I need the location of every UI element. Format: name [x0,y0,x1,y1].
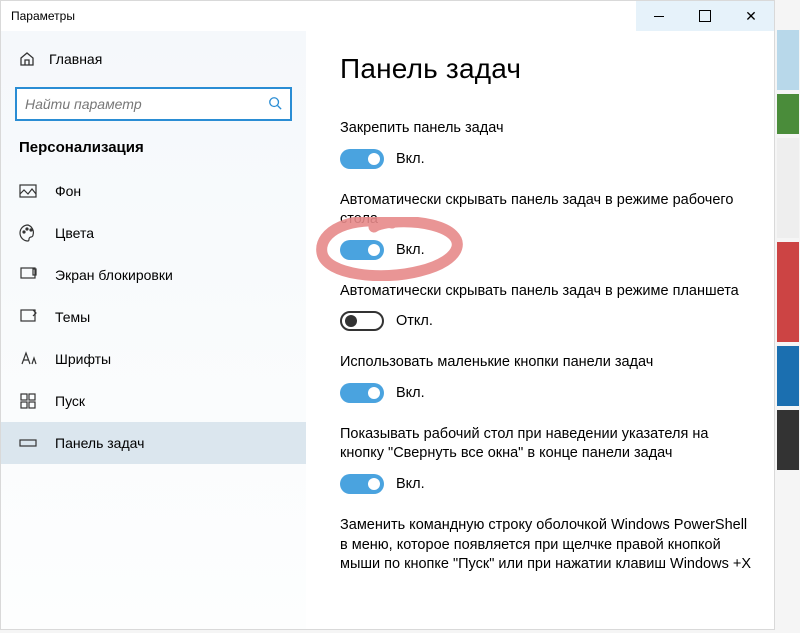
themes-icon [19,308,37,326]
toggle-state-text: Вкл. [396,151,425,167]
nav-label: Пуск [55,393,85,409]
sidebar-item-colors[interactable]: Цвета [1,212,306,254]
toggle-autohide-tablet[interactable] [340,311,384,331]
sidebar-item-lockscreen[interactable]: Экран блокировки [1,254,306,296]
maximize-button[interactable] [682,1,728,31]
setting-lock-taskbar: Закрепить панель задач Вкл. [340,119,754,169]
home-nav[interactable]: Главная [1,45,306,73]
titlebar: Параметры ✕ [1,1,774,31]
nav-label: Панель задач [55,435,144,451]
setting-label: Использовать маленькие кнопки панели зад… [340,353,754,373]
toggle-lock-taskbar[interactable] [340,149,384,169]
sidebar-item-start[interactable]: Пуск [1,380,306,422]
nav-label: Цвета [55,225,94,241]
home-label: Главная [49,51,102,67]
toggle-knob [368,478,380,490]
toggle-state-text: Вкл. [396,476,425,492]
picture-icon [19,182,37,200]
setting-peek-desktop: Показывать рабочий стол при наведении ук… [340,425,754,494]
sidebar-item-themes[interactable]: Темы [1,296,306,338]
home-icon [19,51,35,67]
setting-label: Автоматически скрывать панель задач в ре… [340,191,754,230]
toggle-knob [368,153,380,165]
start-icon [19,392,37,410]
toggle-state-text: Вкл. [396,385,425,401]
search-wrap [15,87,292,121]
sidebar-item-fonts[interactable]: Шрифты [1,338,306,380]
toggle-knob [368,387,380,399]
setting-small-buttons: Использовать маленькие кнопки панели зад… [340,353,754,403]
search-box[interactable] [15,87,292,121]
sidebar-item-background[interactable]: Фон [1,170,306,212]
toggle-autohide-desktop[interactable] [340,240,384,260]
setting-autohide-tablet: Автоматически скрывать панель задач в ре… [340,282,754,332]
nav-label: Шрифты [55,351,111,367]
toggle-knob [345,315,357,327]
nav-label: Экран блокировки [55,267,173,283]
minimize-button[interactable] [636,1,682,31]
taskbar-icon [19,434,37,452]
category-heading: Персонализация [1,139,306,170]
toggle-state-text: Откл. [396,313,433,329]
toggle-peek-desktop[interactable] [340,474,384,494]
page-heading: Панель задач [340,53,754,85]
setting-powershell: Заменить командную строку оболочкой Wind… [340,516,754,575]
setting-label: Закрепить панель задач [340,119,754,139]
search-icon [268,96,282,113]
window-controls: ✕ [636,1,774,31]
search-input[interactable] [25,96,268,112]
palette-icon [19,224,37,242]
sidebar: Главная Персонализация Фон Цвета [1,31,306,629]
settings-window: Параметры ✕ Главная Персонализация [0,0,775,630]
lockscreen-icon [19,266,37,284]
toggle-state-text: Вкл. [396,242,425,258]
setting-label: Заменить командную строку оболочкой Wind… [340,516,754,575]
background-window-sliver [777,30,799,630]
setting-label: Показывать рабочий стол при наведении ук… [340,425,754,464]
fonts-icon [19,350,37,368]
setting-autohide-desktop: Автоматически скрывать панель задач в ре… [340,191,754,260]
toggle-knob [368,244,380,256]
close-button[interactable]: ✕ [728,1,774,31]
toggle-small-buttons[interactable] [340,383,384,403]
nav-label: Фон [55,183,81,199]
nav-label: Темы [55,309,90,325]
setting-label: Автоматически скрывать панель задач в ре… [340,282,754,302]
content-pane: Панель задач Закрепить панель задач Вкл.… [306,31,774,629]
window-body: Главная Персонализация Фон Цвета [1,31,774,629]
sidebar-item-taskbar[interactable]: Панель задач [1,422,306,464]
window-title: Параметры [11,9,636,23]
